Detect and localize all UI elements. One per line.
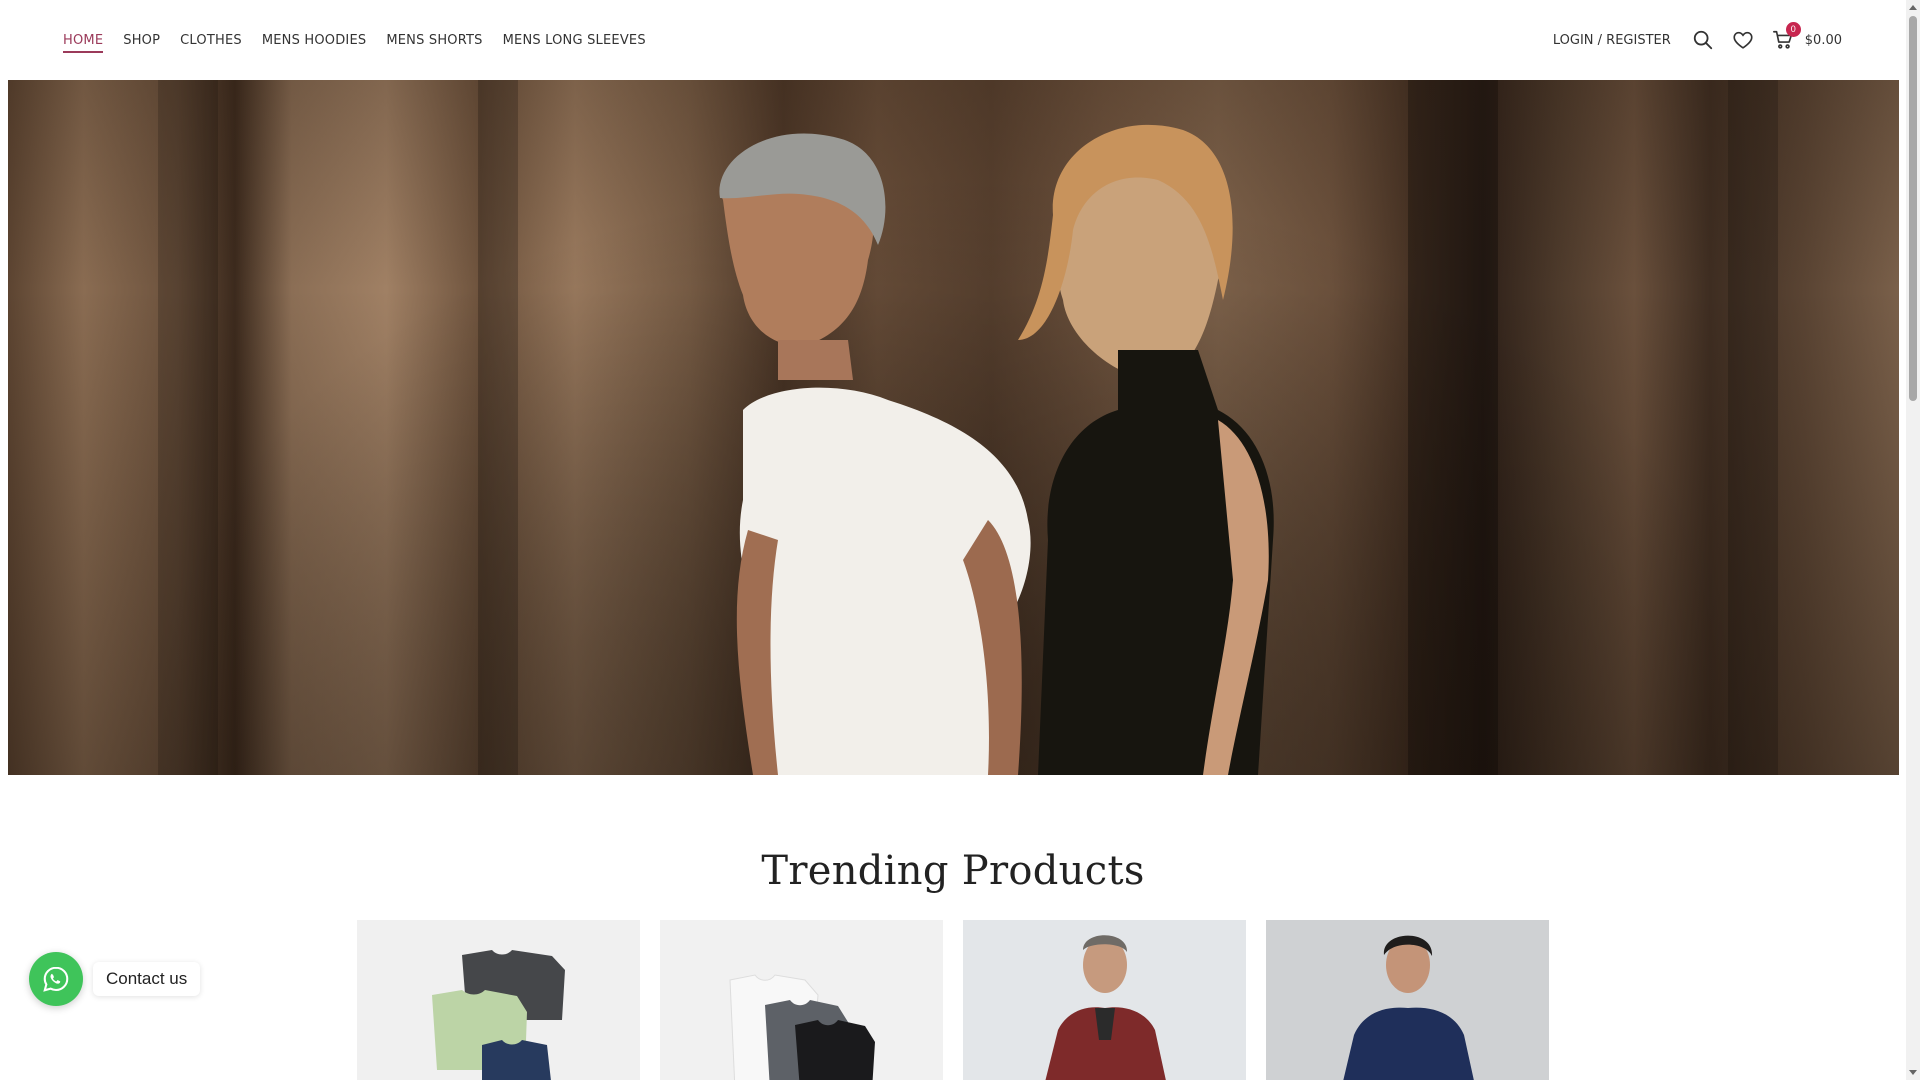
nav-item-clothes[interactable]: CLOTHES [180,27,242,54]
page-scrollbar[interactable] [1906,0,1920,1080]
contact-label[interactable]: Contact us [93,962,201,996]
product-image [357,920,640,1080]
cart-count-badge: 0 [1785,22,1801,37]
scroll-down-arrow-icon[interactable] [1909,1070,1917,1075]
hero-banner [8,80,1899,775]
nav-item-mens-hoodies[interactable]: MENS HOODIES [262,27,367,54]
product-image [963,920,1246,1080]
product-card[interactable] [357,920,640,1080]
heart-icon[interactable] [1731,28,1755,52]
nav-item-shop[interactable]: SHOP [123,27,160,54]
whatsapp-icon[interactable] [29,952,83,1006]
site-header: HOME SHOP CLOTHES MENS HOODIES MENS SHOR… [0,0,1906,80]
search-icon[interactable] [1691,28,1715,52]
login-register-link[interactable]: LOGIN / REGISTER [1553,33,1671,48]
nav-item-mens-long-sleeves[interactable]: MENS LONG SLEEVES [503,27,646,54]
product-card[interactable] [660,920,943,1080]
main-nav: HOME SHOP CLOTHES MENS HOODIES MENS SHOR… [63,0,646,80]
nav-item-home[interactable]: HOME [63,27,104,54]
nav-item-mens-shorts[interactable]: MENS SHORTS [386,27,482,54]
product-card[interactable] [1266,920,1549,1080]
section-title: Trending Products [761,848,1145,894]
product-card[interactable] [963,920,1246,1080]
cart-total: $0.00 [1804,32,1842,48]
scroll-thumb[interactable] [1909,16,1917,401]
product-image [660,920,943,1080]
product-image [1266,920,1549,1080]
scroll-up-arrow-icon[interactable] [1909,5,1917,10]
product-grid [357,920,1549,1080]
header-actions: LOGIN / REGISTER 0 $0.00 [1553,0,1842,80]
cart-icon: 0 [1771,22,1801,52]
contact-widget[interactable]: Contact us [29,952,201,1006]
hero-image [719,124,1274,775]
cart-button[interactable]: 0 $0.00 [1771,22,1842,52]
